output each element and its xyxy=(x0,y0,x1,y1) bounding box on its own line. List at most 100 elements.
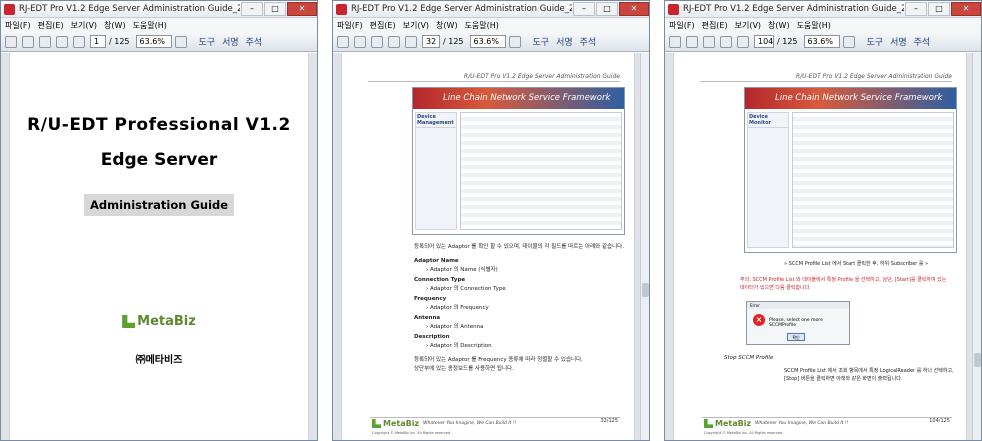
menu-help[interactable]: 도움말(H) xyxy=(133,20,167,31)
sign-button[interactable]: 서명 xyxy=(556,35,573,48)
minimize-button[interactable]: – xyxy=(241,2,263,16)
save-icon[interactable] xyxy=(737,35,749,48)
maximize-button[interactable]: □ xyxy=(264,2,286,16)
fit-page-icon[interactable] xyxy=(842,35,855,48)
toolbar: 104 / 125 63.6% 도구 서명 주석 xyxy=(665,32,981,52)
close-button[interactable]: ✕ xyxy=(287,2,317,16)
window-title: RJ-EDT Pro V1.2 Edge Server Administrati… xyxy=(19,4,240,14)
title-bar: RJ-EDT Pro V1.2 Edge Server Administrati… xyxy=(665,1,981,18)
pdf-page: R/U-EDT Pro V1.2 Edge Server Administrat… xyxy=(673,53,967,440)
vertical-scrollbar[interactable] xyxy=(972,53,981,440)
zoom-select[interactable]: 63.6% xyxy=(135,35,172,48)
create-pdf-icon[interactable] xyxy=(686,35,698,48)
menu-bar: 파일(F) 편집(E) 보기(V) 창(W) 도움말(H) xyxy=(665,18,981,32)
page-total: / 125 xyxy=(443,37,464,46)
document-area[interactable]: R/U-EDT Professional V1.2 Edge Server Ad… xyxy=(1,53,317,440)
body-text: 등록되어 있는 Adaptor 를 확인 할 수 있으며, 데이블의 각 필드를… xyxy=(414,244,624,372)
save-icon[interactable] xyxy=(405,35,417,48)
edit-icon[interactable] xyxy=(371,35,383,48)
app-sidebar: Device Management xyxy=(415,112,457,230)
figure-caption: » SCCM Profile List 에서 Start 클릭한 후, 하위 S… xyxy=(784,261,929,267)
app-banner: Line Chain Network Service Framework xyxy=(745,88,956,109)
menu-window[interactable]: 창(W) xyxy=(768,20,790,31)
page-number: 104/125 xyxy=(929,418,950,424)
scrollbar-thumb[interactable] xyxy=(974,353,981,367)
page-number-input[interactable]: 1 xyxy=(90,35,106,48)
menu-file[interactable]: 파일(F) xyxy=(5,20,31,31)
page-number-input[interactable]: 32 xyxy=(422,35,440,48)
sign-button[interactable]: 서명 xyxy=(890,35,907,48)
open-icon[interactable] xyxy=(5,35,17,48)
print-icon[interactable] xyxy=(56,35,68,48)
menu-help[interactable]: 도움말(H) xyxy=(465,20,499,31)
menu-view[interactable]: 보기(V) xyxy=(735,20,761,31)
screenshot-figure: Line Chain Network Service Framework Dev… xyxy=(744,87,957,253)
sign-button[interactable]: 서명 xyxy=(222,35,239,48)
scrollbar-thumb[interactable] xyxy=(642,283,649,297)
menu-help[interactable]: 도움말(H) xyxy=(797,20,831,31)
zoom-select[interactable]: 63.6% xyxy=(469,35,506,48)
minimize-button[interactable]: – xyxy=(573,2,595,16)
window-title: RJ-EDT Pro V1.2 Edge Server Administrati… xyxy=(683,4,904,14)
error-icon: × xyxy=(753,314,765,326)
menu-edit[interactable]: 편집(E) xyxy=(370,20,396,31)
vertical-scrollbar[interactable] xyxy=(640,53,649,440)
minimize-button[interactable]: – xyxy=(905,2,927,16)
save-icon[interactable] xyxy=(73,35,85,48)
metabiz-logo-icon xyxy=(372,419,381,428)
footer-rule xyxy=(370,417,620,418)
menu-file[interactable]: 파일(F) xyxy=(337,20,363,31)
title-bar: RJ-EDT Pro V1.2 Edge Server Administrati… xyxy=(1,1,317,18)
document-area[interactable]: R/U-EDT Pro V1.2 Edge Server Administrat… xyxy=(665,53,981,440)
fit-page-icon[interactable] xyxy=(508,35,521,48)
create-pdf-icon[interactable] xyxy=(22,35,34,48)
menu-view[interactable]: 보기(V) xyxy=(71,20,97,31)
maximize-button[interactable]: □ xyxy=(928,2,950,16)
edit-icon[interactable] xyxy=(703,35,715,48)
tools-button[interactable]: 도구 xyxy=(533,35,550,48)
menu-bar: 파일(F) 편집(E) 보기(V) 창(W) 도움말(H) xyxy=(1,18,317,32)
menu-file[interactable]: 파일(F) xyxy=(669,20,695,31)
adaptor-table xyxy=(460,112,622,230)
menu-view[interactable]: 보기(V) xyxy=(403,20,429,31)
cover-doc-type: Administration Guide xyxy=(83,194,235,216)
dialog-message: Please, select one more SCCMProfile xyxy=(769,318,823,328)
menu-window[interactable]: 창(W) xyxy=(104,20,126,31)
comment-button[interactable]: 주석 xyxy=(580,35,597,48)
print-icon[interactable] xyxy=(388,35,400,48)
menu-edit[interactable]: 편집(E) xyxy=(702,20,728,31)
dialog-title: Error xyxy=(747,302,849,309)
close-button[interactable]: ✕ xyxy=(619,2,649,16)
page-total: / 125 xyxy=(109,37,130,46)
maximize-button[interactable]: □ xyxy=(596,2,618,16)
open-icon[interactable] xyxy=(669,35,681,48)
metabiz-logo: MetaBiz xyxy=(10,314,308,329)
comment-button[interactable]: 주석 xyxy=(246,35,263,48)
title-bar: RJ-EDT Pro V1.2 Edge Server Administrati… xyxy=(333,1,649,18)
footer-logo: MetaBiz Whatever You Imagine, We Can Buil… xyxy=(372,419,516,428)
tools-button[interactable]: 도구 xyxy=(867,35,884,48)
tools-button[interactable]: 도구 xyxy=(199,35,216,48)
fit-page-icon[interactable] xyxy=(174,35,187,48)
app-sidebar: Device Monitor xyxy=(747,112,789,248)
dialog-ok-button: 확인 xyxy=(787,333,805,341)
document-area[interactable]: R/U-EDT Pro V1.2 Edge Server Administrat… xyxy=(333,53,649,440)
company-name: ㈜메타비즈 xyxy=(135,355,183,366)
print-icon[interactable] xyxy=(720,35,732,48)
header-rule xyxy=(368,81,620,82)
warning-note: 주의: SCCM Profile List 와 데이블에서 특정 Profile… xyxy=(740,277,947,291)
close-button[interactable]: ✕ xyxy=(951,2,981,16)
create-pdf-icon[interactable] xyxy=(354,35,366,48)
zoom-select[interactable]: 63.6% xyxy=(803,35,840,48)
menu-window[interactable]: 창(W) xyxy=(436,20,458,31)
app-banner: Line Chain Network Service Framework xyxy=(413,88,624,109)
open-icon[interactable] xyxy=(337,35,349,48)
comment-button[interactable]: 주석 xyxy=(914,35,931,48)
cover-title: R/U-EDT Professional V1.2 xyxy=(27,115,291,135)
screenshot-figure: Line Chain Network Service Framework Dev… xyxy=(412,87,625,235)
page-number-input[interactable]: 104 xyxy=(754,35,774,48)
pdf-page: R/U-EDT Professional V1.2 Edge Server Ad… xyxy=(9,53,309,440)
adobe-reader-icon xyxy=(4,3,15,15)
menu-edit[interactable]: 편집(E) xyxy=(38,20,64,31)
edit-icon[interactable] xyxy=(39,35,51,48)
